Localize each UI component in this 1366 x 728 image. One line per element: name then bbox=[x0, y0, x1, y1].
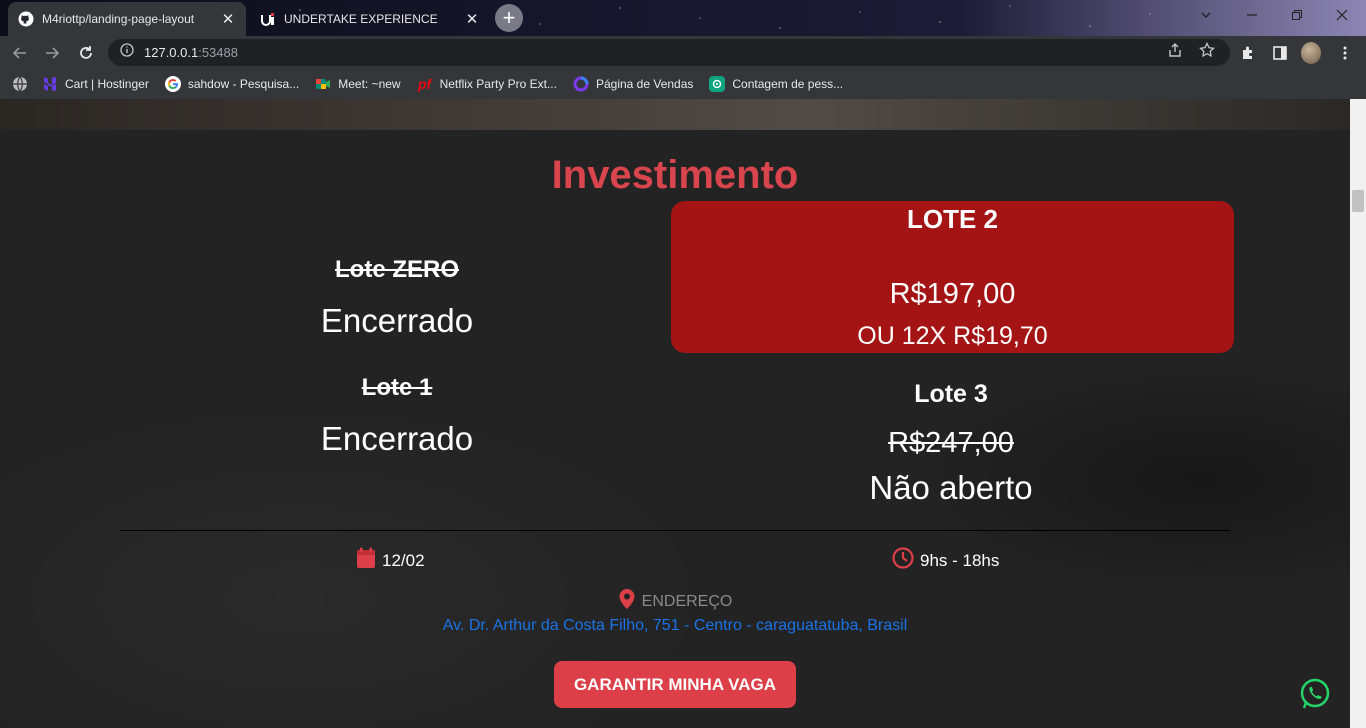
clock-icon bbox=[892, 547, 914, 574]
calendar-icon bbox=[356, 547, 376, 574]
bookmark-label: Contagem de pess... bbox=[732, 77, 844, 91]
event-time-text: 9hs - 18hs bbox=[920, 550, 1000, 570]
event-date-text: 12/02 bbox=[382, 550, 425, 570]
page-viewport: Investimento Lote ZERO Encerrado Lote 1 … bbox=[0, 99, 1350, 728]
lote-two-installments: OU 12X R$19,70 bbox=[857, 322, 1048, 350]
bookmark-label: Meet: ~new bbox=[338, 77, 401, 91]
event-time: 9hs - 18hs bbox=[892, 547, 999, 574]
back-arrow-icon[interactable] bbox=[8, 41, 32, 65]
site-info-icon[interactable] bbox=[120, 43, 134, 62]
whatsapp-icon[interactable] bbox=[1298, 677, 1332, 711]
tab-search-chevron-icon[interactable] bbox=[1184, 0, 1228, 30]
tab-title: M4riottp/landing-page-layout bbox=[42, 12, 195, 26]
lote-three-name: Lote 3 bbox=[914, 380, 988, 408]
bookmark-netflix-party[interactable]: pf Netflix Party Pro Ext... bbox=[417, 76, 557, 92]
chatgpt-icon bbox=[709, 76, 726, 92]
share-icon[interactable] bbox=[1166, 41, 1184, 59]
url-host: 127.0.0.1 bbox=[144, 45, 199, 60]
meet-icon bbox=[315, 76, 331, 92]
extensions-icon[interactable] bbox=[1238, 43, 1258, 63]
lote-one-name: Lote 1 bbox=[361, 374, 433, 401]
lote-two-name: LOTE 2 bbox=[906, 204, 998, 234]
new-tab-button[interactable]: + bbox=[495, 4, 523, 32]
tab-close-icon[interactable]: ✕ bbox=[464, 10, 480, 28]
tab-close-icon[interactable]: ✕ bbox=[220, 10, 236, 28]
restore-icon[interactable] bbox=[1275, 0, 1319, 30]
bookmark-chatgpt[interactable]: Contagem de pess... bbox=[709, 76, 843, 92]
netflix-party-icon: pf bbox=[417, 76, 432, 92]
site-logo-icon bbox=[260, 11, 276, 27]
lote-two-card: LOTE 2 R$197,00 OU 12X R$19,70 bbox=[671, 201, 1234, 353]
google-icon bbox=[164, 76, 181, 92]
hero-image bbox=[0, 99, 1350, 130]
scrollbar-thumb[interactable] bbox=[1352, 190, 1364, 212]
bookmark-star-icon[interactable] bbox=[1198, 41, 1216, 59]
browser-toolbar: 127.0.0.1:53488 bbox=[0, 36, 1366, 69]
address-label: ENDEREÇO bbox=[0, 588, 1350, 615]
bookmark-google-search[interactable]: sahdow - Pesquisa... bbox=[164, 76, 300, 92]
bookmark-sales-page[interactable]: Página de Vendas bbox=[573, 76, 693, 92]
bookmarks-bar: Cart | Hostinger sahdow - Pesquisa... Me… bbox=[0, 69, 1366, 99]
url-text: 127.0.0.1:53488 bbox=[144, 45, 238, 60]
close-window-icon[interactable] bbox=[1320, 0, 1364, 30]
profile-avatar[interactable] bbox=[1301, 42, 1321, 64]
side-panel-icon[interactable] bbox=[1270, 43, 1290, 63]
reload-icon[interactable] bbox=[74, 41, 98, 65]
hostinger-icon bbox=[42, 76, 58, 92]
address-link[interactable]: Av. Dr. Arthur da Costa Filho, 751 - Cen… bbox=[0, 617, 1350, 635]
event-date: 12/02 bbox=[356, 547, 425, 574]
minimize-icon[interactable] bbox=[1230, 0, 1274, 30]
github-icon bbox=[18, 11, 34, 27]
section-title: Investimento bbox=[551, 153, 799, 197]
tab-strip: M4riottp/landing-page-layout ✕ UNDERTAKE… bbox=[0, 0, 1366, 36]
lote-zero-status: Encerrado bbox=[320, 302, 474, 339]
address-bar[interactable]: 127.0.0.1:53488 bbox=[108, 39, 1230, 66]
tab-title: UNDERTAKE EXPERIENCE bbox=[284, 12, 438, 26]
bookmark-label: Página de Vendas bbox=[595, 77, 694, 91]
tab-undertake[interactable]: UNDERTAKE EXPERIENCE ✕ bbox=[250, 2, 490, 36]
lote-one-status: Encerrado bbox=[320, 420, 474, 457]
garantir-vaga-button[interactable]: GARANTIR MINHA VAGA bbox=[554, 661, 796, 708]
lote-three-status: Não aberto bbox=[869, 469, 1033, 506]
address-label-text: ENDEREÇO bbox=[641, 592, 733, 610]
menu-kebab-icon[interactable] bbox=[1335, 43, 1355, 63]
bookmark-label: sahdow - Pesquisa... bbox=[187, 77, 300, 91]
lote-two-price: R$197,00 bbox=[889, 278, 1016, 310]
bookmark-label: Netflix Party Pro Ext... bbox=[439, 77, 557, 91]
lote-zero-name: Lote ZERO bbox=[335, 256, 459, 283]
bookmark-hostinger[interactable]: Cart | Hostinger bbox=[42, 76, 149, 92]
location-pin-icon bbox=[618, 588, 636, 615]
bookmark-label: Cart | Hostinger bbox=[65, 77, 149, 91]
sales-page-icon bbox=[573, 76, 589, 92]
url-port: :53488 bbox=[198, 45, 238, 60]
forward-arrow-icon[interactable] bbox=[40, 41, 64, 65]
lote-three-price: R$247,00 bbox=[888, 427, 1014, 459]
apps-icon[interactable] bbox=[12, 76, 28, 92]
section-divider bbox=[120, 530, 1230, 531]
tab-github[interactable]: M4riottp/landing-page-layout ✕ bbox=[8, 2, 246, 36]
bookmark-meet[interactable]: Meet: ~new bbox=[315, 76, 401, 92]
